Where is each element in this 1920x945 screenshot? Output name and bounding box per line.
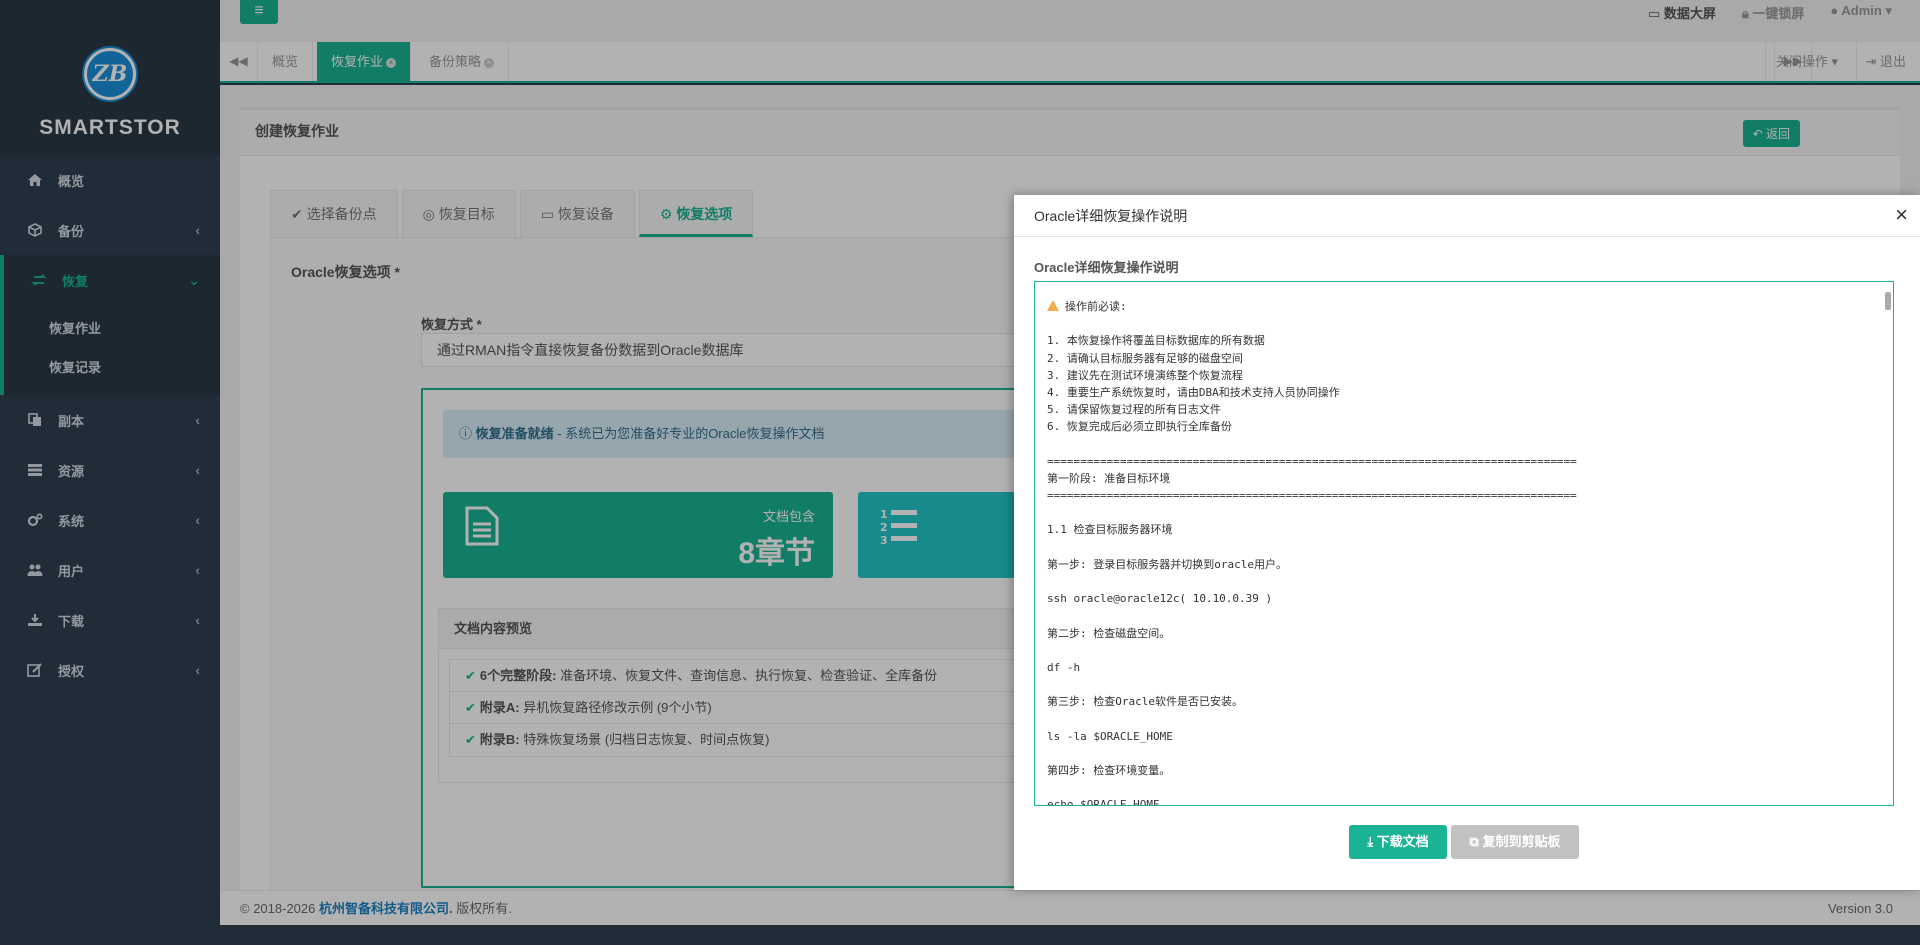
text-line bbox=[1047, 539, 1881, 556]
text-line bbox=[1047, 436, 1881, 453]
copy-icon: ⧉ bbox=[1469, 834, 1483, 849]
text-line: 6. 恢复完成后必须立即执行全库备份 bbox=[1047, 420, 1232, 434]
text-line: 第四步: 检查环境变量。 bbox=[1047, 764, 1171, 778]
scrollbar[interactable] bbox=[1885, 292, 1891, 310]
text-line: 2. 请确认目标服务器有足够的磁盘空间 bbox=[1047, 351, 1243, 365]
modal-actions: ⤓ 下载文档 ⧉ 复制到剪贴板 bbox=[1349, 825, 1579, 859]
text-line: 1. 本恢复操作将覆盖目标数据库的所有数据 bbox=[1047, 334, 1265, 348]
text-line: ========================================… bbox=[1047, 489, 1577, 503]
oracle-instructions-modal: Oracle详细恢复操作说明 × Oracle详细恢复操作说明 操作前必读: 1.… bbox=[1014, 195, 1920, 890]
text-line: ssh oracle@oracle12c( 10.10.0.39 ) bbox=[1047, 592, 1273, 606]
text-line: 第三步: 检查Oracle软件是否已安装。 bbox=[1047, 695, 1243, 709]
text-line: 1.1 检查目标服务器环境 bbox=[1047, 523, 1173, 537]
text-line: df -h bbox=[1047, 660, 1081, 674]
text-line: 3. 建议先在测试环境演练整个恢复流程 bbox=[1047, 368, 1243, 382]
text-line: ls -la $ORACLE_HOME bbox=[1047, 729, 1173, 743]
copy-clipboard-button[interactable]: ⧉ 复制到剪贴板 bbox=[1451, 825, 1579, 859]
text-line: 第二步: 检查磁盘空间。 bbox=[1047, 626, 1171, 640]
text-line bbox=[1047, 711, 1881, 728]
modal-title: Oracle详细恢复操作说明 bbox=[1014, 195, 1920, 237]
text-line: 操作前必读: bbox=[1047, 298, 1881, 315]
text-line: 4. 重要生产系统恢复时，请由DBA和技术支持人员协同操作 bbox=[1047, 385, 1340, 399]
text-line: echo $ORACLE_HOME bbox=[1047, 798, 1160, 806]
instructions-textarea[interactable]: 操作前必读: 1. 本恢复操作将覆盖目标数据库的所有数据 2. 请确认目标服务器有足… bbox=[1034, 281, 1894, 806]
text-line: 第一步: 登录目标服务器并切换到oracle用户。 bbox=[1047, 557, 1287, 571]
text-line bbox=[1047, 573, 1881, 590]
text-line bbox=[1047, 745, 1881, 762]
text-line: ========================================… bbox=[1047, 454, 1577, 468]
modal-subtitle: Oracle详细恢复操作说明 bbox=[1034, 260, 1179, 275]
text-line bbox=[1047, 607, 1881, 624]
text-line: 第一阶段: 准备目标环境 bbox=[1047, 471, 1171, 485]
download-doc-button[interactable]: ⤓ 下载文档 bbox=[1349, 825, 1447, 859]
text-line bbox=[1047, 676, 1881, 693]
close-icon[interactable]: × bbox=[1895, 203, 1908, 227]
download-icon: ⤓ bbox=[1367, 834, 1377, 849]
text-line bbox=[1047, 315, 1881, 332]
text-line bbox=[1047, 779, 1881, 796]
warning-icon bbox=[1047, 300, 1059, 311]
text-line: 5. 请保留恢复过程的所有日志文件 bbox=[1047, 403, 1221, 417]
text-line bbox=[1047, 504, 1881, 521]
text-line bbox=[1047, 642, 1881, 659]
